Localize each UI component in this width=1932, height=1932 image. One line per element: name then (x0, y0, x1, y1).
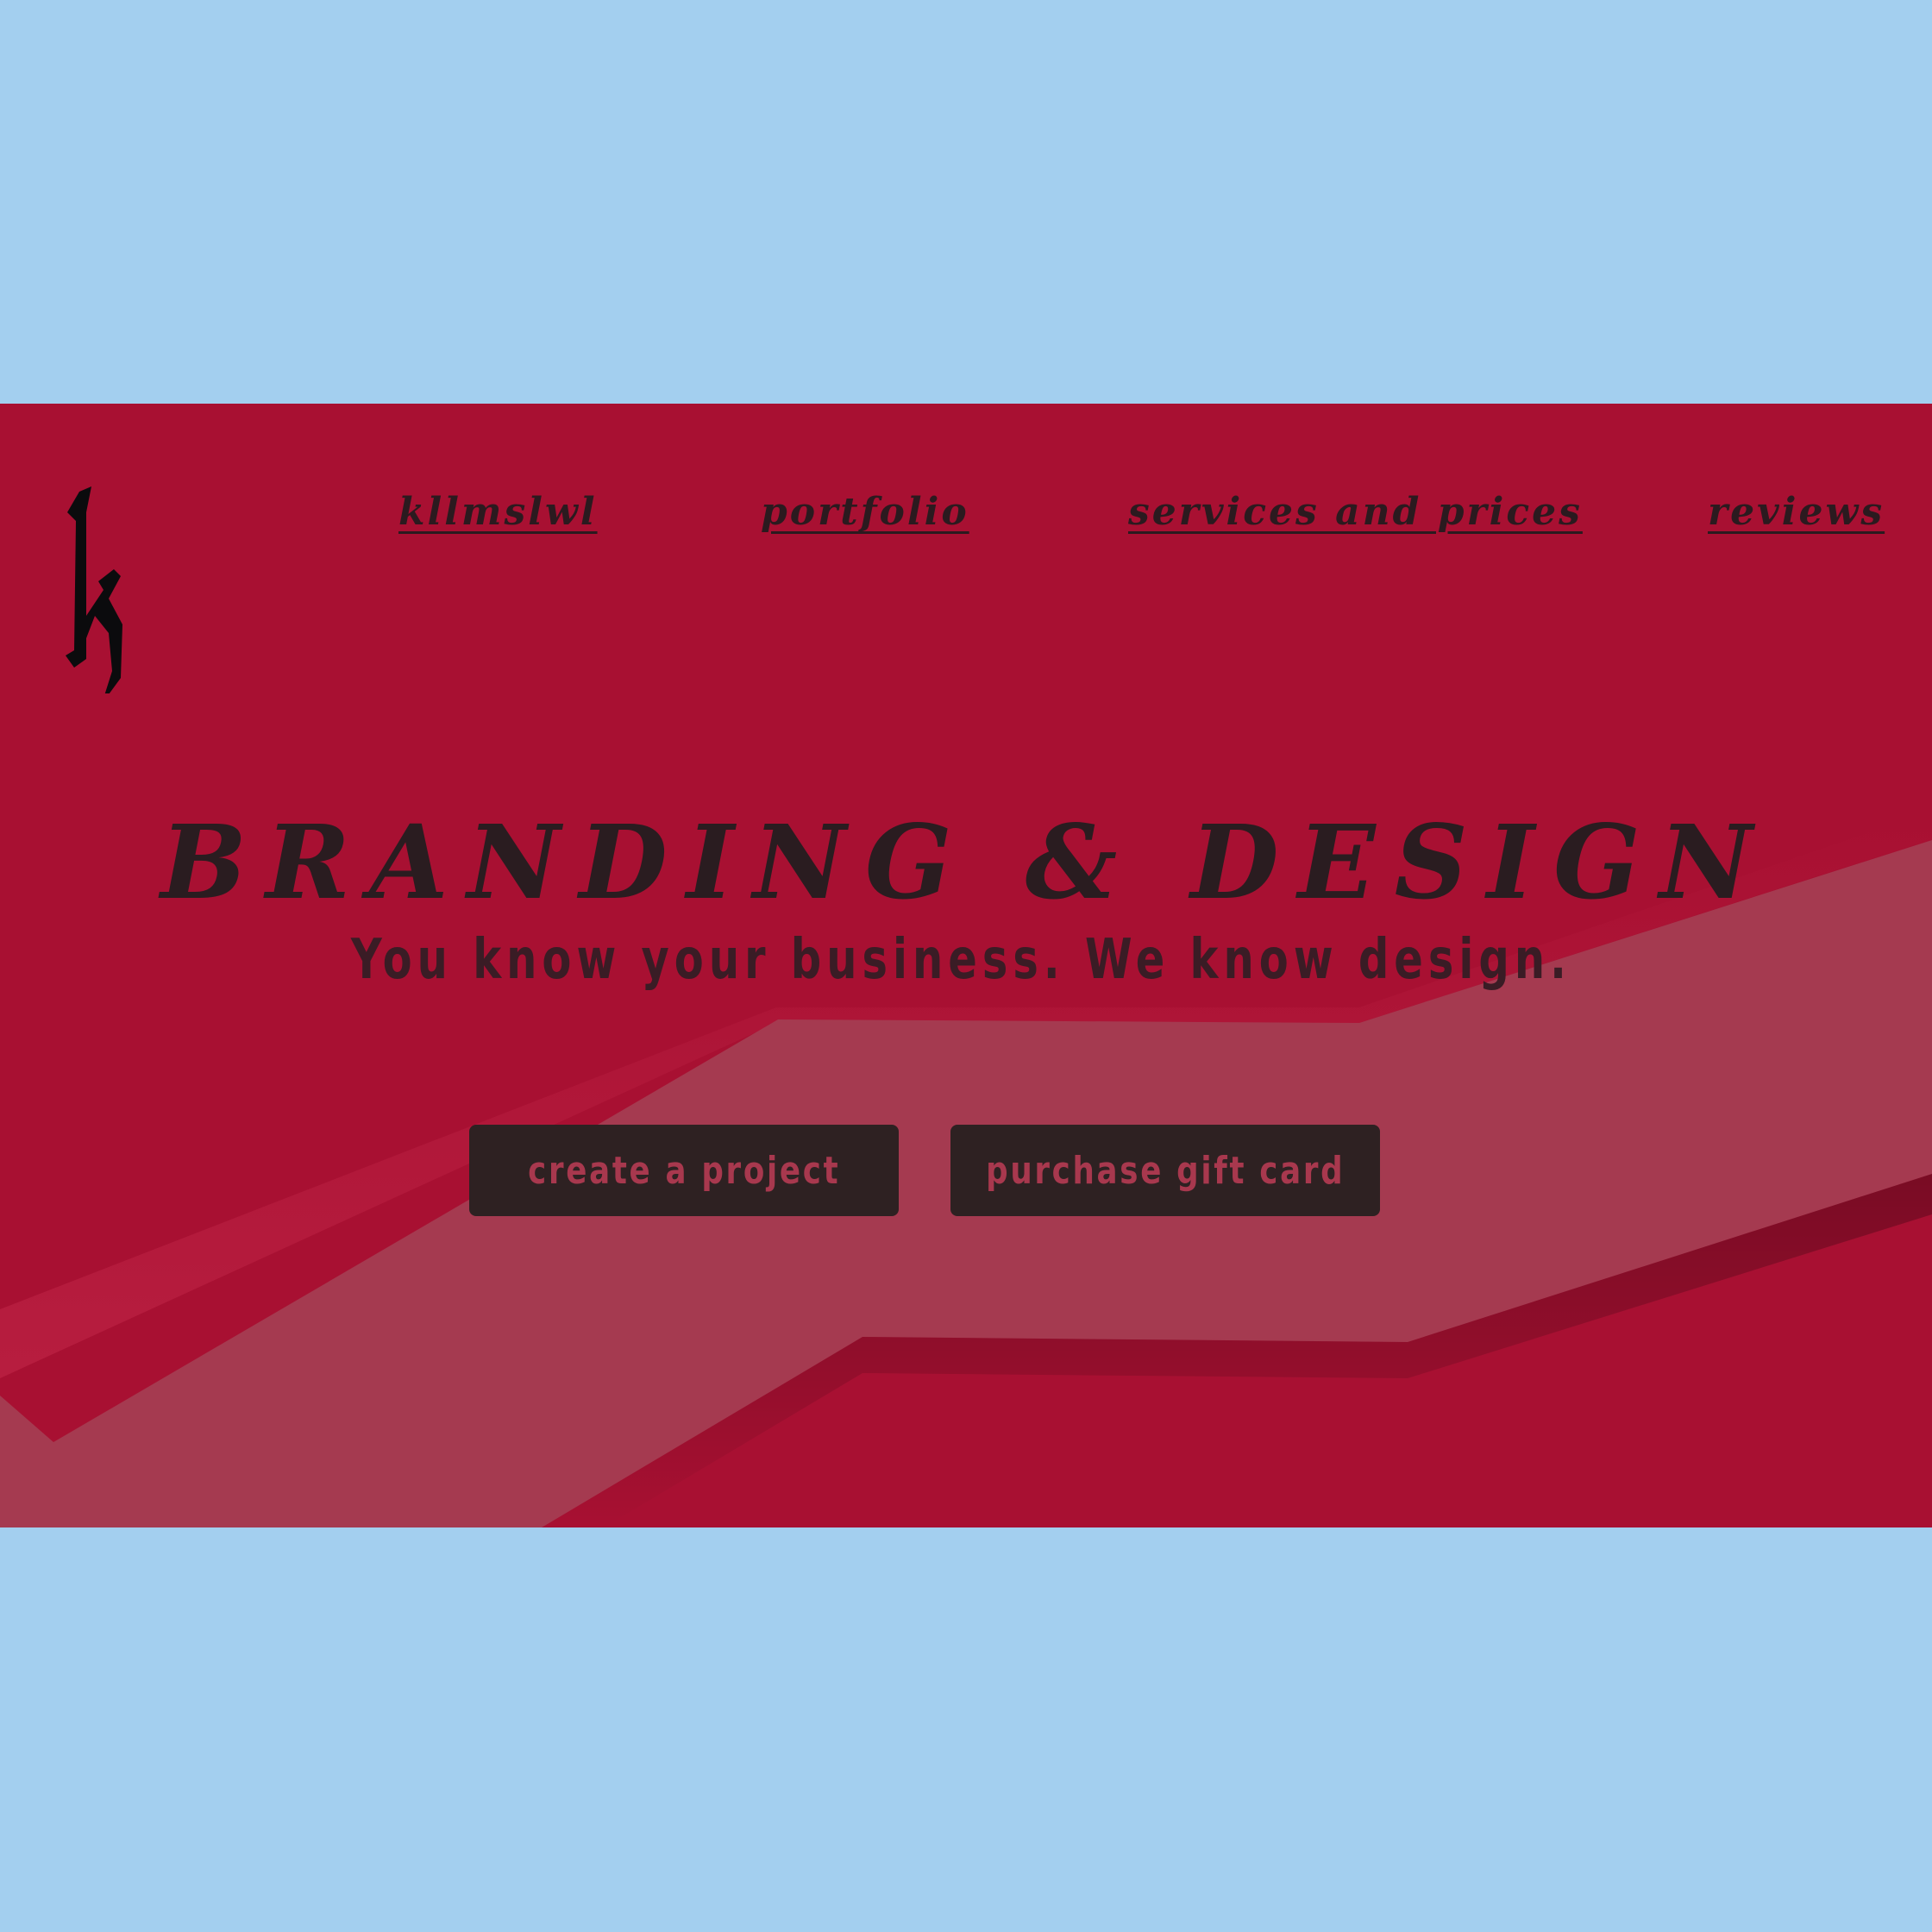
page-frame: kllmslwl portfolio services and prices r… (0, 0, 1932, 1932)
blackletter-k-logo[interactable] (60, 486, 129, 693)
nav-link-reviews[interactable]: reviews (1708, 490, 1885, 534)
create-project-button-label: create a project (527, 1148, 841, 1193)
nav-link-portfolio[interactable]: portfolio (761, 490, 969, 534)
hero-section: kllmslwl portfolio services and prices r… (0, 404, 1932, 1527)
nav-link-services-and-prices[interactable]: services and prices (1128, 490, 1583, 534)
hero-title: BRANDING & DESIGN (160, 802, 1772, 922)
nav-link-kllmslwl[interactable]: kllmslwl (398, 490, 598, 534)
purchase-gift-card-button-label: purchase gift card (985, 1148, 1346, 1193)
hero-subtitle: You know your business. We know design. (350, 928, 1571, 992)
purchase-gift-card-button[interactable]: purchase gift card (950, 1125, 1380, 1216)
create-project-button[interactable]: create a project (469, 1125, 899, 1216)
